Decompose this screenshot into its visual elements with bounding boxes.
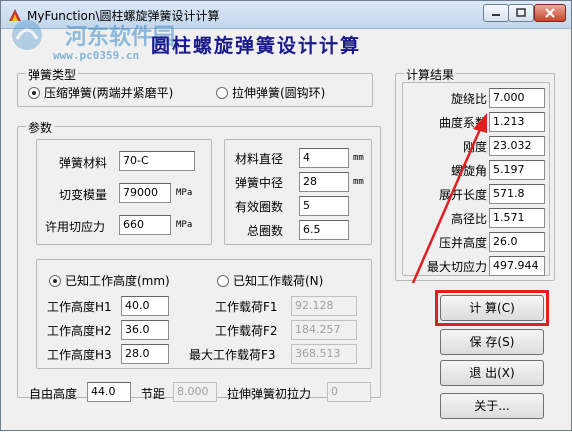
radio-label: 压缩弹簧(两端并紧磨平) — [44, 86, 174, 100]
results-legend: 计算结果 — [404, 66, 457, 83]
mean-diameter-input[interactable]: 28 — [299, 172, 349, 192]
watermark-logo-icon — [12, 20, 42, 50]
main-heading: 圆柱螺旋弹簧设计计算 — [151, 35, 362, 57]
h2-label: 工作高度H2 — [47, 324, 112, 338]
geometry-box: 材料直径 4 mm 弹簧中径 28 mm 有效圈数 5 总圈数 6.5 — [224, 139, 372, 245]
maximize-button[interactable] — [508, 4, 534, 22]
spring-type-legend: 弹簧类型 — [26, 66, 79, 83]
exit-button[interactable]: 退 出(X) — [440, 360, 544, 386]
radio-label: 拉伸弹簧(圆钩环) — [232, 86, 326, 100]
h3-input[interactable]: 28.0 — [121, 344, 169, 364]
highlight-box — [435, 290, 549, 326]
spring-type-group: 弹簧类型 压缩弹簧(两端并紧磨平) 拉伸弹簧(圆钩环) — [17, 66, 373, 107]
shear-modulus-label: 切变模量 — [59, 188, 108, 202]
pitch-input[interactable]: 8.000 — [173, 382, 217, 402]
results-group: 计算结果 旋绕比 7.000 曲度系数 1.213 刚度 23.032 螺旋角 … — [395, 66, 555, 281]
maximize-icon — [516, 8, 526, 17]
active-coils-input[interactable]: 5 — [299, 196, 349, 216]
result-value[interactable]: 23.032 — [489, 136, 545, 156]
radio-indicator — [217, 274, 229, 287]
f3-label: 最大工作载荷F3 — [189, 348, 276, 362]
result-value[interactable]: 7.000 — [489, 88, 545, 108]
f3-input[interactable]: 368.513 — [291, 344, 357, 364]
h1-input[interactable]: 40.0 — [121, 296, 169, 316]
radio-label: 已知工作载荷(N) — [233, 274, 324, 288]
radio-indicator — [216, 86, 228, 99]
h2-input[interactable]: 36.0 — [121, 320, 169, 340]
save-button[interactable]: 保 存(S) — [440, 329, 544, 355]
initial-tension-label: 拉伸弹簧初拉力 — [227, 387, 312, 401]
h1-label: 工作高度H1 — [47, 300, 112, 314]
result-value[interactable]: 497.944 — [489, 256, 545, 276]
results-box: 旋绕比 7.000 曲度系数 1.213 刚度 23.032 螺旋角 5.197… — [402, 82, 550, 276]
wire-diameter-unit: mm — [353, 153, 364, 163]
result-label: 螺旋角 — [450, 164, 487, 178]
mean-diameter-unit: mm — [353, 177, 364, 187]
total-coils-input[interactable]: 6.5 — [299, 220, 349, 240]
radio-known-load[interactable]: 已知工作载荷(N) — [217, 272, 323, 289]
wire-diameter-label: 材料直径 — [235, 152, 284, 166]
close-button[interactable] — [534, 4, 566, 22]
active-coils-label: 有效圈数 — [235, 200, 284, 214]
shear-modulus-unit: MPa — [176, 188, 193, 198]
app-window: MyFunction\圆柱螺旋弹簧设计计算 河东软件园 www.pc0359.c… — [0, 0, 572, 431]
wire-diameter-input[interactable]: 4 — [299, 148, 349, 168]
result-label: 旋绕比 — [450, 92, 487, 106]
result-label: 最大切应力 — [426, 260, 487, 274]
params-legend: 参数 — [26, 119, 55, 136]
f1-label: 工作载荷F1 — [215, 300, 278, 314]
result-label: 曲度系数 — [438, 116, 487, 130]
allowable-stress-input[interactable]: 660 — [119, 215, 171, 235]
radio-known-height[interactable]: 已知工作高度(mm) — [49, 272, 170, 289]
minimize-button[interactable] — [483, 4, 509, 22]
minimize-icon — [492, 14, 500, 16]
about-button[interactable]: 关于... — [440, 393, 544, 419]
allowable-stress-unit: MPa — [176, 220, 193, 230]
f2-input[interactable]: 184.257 — [291, 320, 357, 340]
initial-tension-input[interactable]: 0 — [327, 382, 371, 402]
material-input[interactable]: 70-C — [119, 151, 195, 171]
mean-diameter-label: 弹簧中径 — [235, 176, 284, 190]
radio-indicator — [49, 274, 61, 287]
material-box: 弹簧材料 70-C 切变模量 79000 MPa 许用切应力 660 MPa — [36, 139, 212, 245]
f1-input[interactable]: 92.128 — [291, 296, 357, 316]
params-group: 参数 弹簧材料 70-C 切变模量 79000 MPa 许用切应力 660 MP… — [17, 119, 381, 398]
free-height-input[interactable]: 44.0 — [87, 382, 131, 402]
pitch-label: 节距 — [141, 387, 166, 401]
work-conditions-box: 已知工作高度(mm) 已知工作载荷(N) 工作高度H1 40.0 工作高度H2 … — [36, 259, 372, 369]
radio-label: 已知工作高度(mm) — [65, 274, 170, 288]
close-icon — [545, 8, 555, 18]
radio-extension-spring[interactable]: 拉伸弹簧(圆钩环) — [216, 84, 325, 101]
result-label: 刚度 — [462, 140, 487, 154]
result-value[interactable]: 1.213 — [489, 112, 545, 132]
result-label: 压并高度 — [438, 236, 487, 250]
radio-indicator — [28, 86, 40, 99]
result-value[interactable]: 5.197 — [489, 160, 545, 180]
f2-label: 工作载荷F2 — [215, 324, 278, 338]
result-value[interactable]: 26.0 — [489, 232, 545, 252]
result-label: 高径比 — [450, 212, 487, 226]
result-value[interactable]: 1.571 — [489, 208, 545, 228]
free-height-label: 自由高度 — [29, 387, 78, 401]
radio-compression-spring[interactable]: 压缩弹簧(两端并紧磨平) — [28, 84, 173, 101]
total-coils-label: 总圈数 — [247, 224, 284, 238]
shear-modulus-input[interactable]: 79000 — [119, 183, 171, 203]
h3-label: 工作高度H3 — [47, 348, 112, 362]
result-value[interactable]: 571.8 — [489, 184, 545, 204]
watermark-url: www.pc0359.cn — [53, 49, 140, 62]
result-label: 展开长度 — [438, 188, 487, 202]
allowable-stress-label: 许用切应力 — [45, 220, 106, 234]
material-label: 弹簧材料 — [59, 156, 108, 170]
